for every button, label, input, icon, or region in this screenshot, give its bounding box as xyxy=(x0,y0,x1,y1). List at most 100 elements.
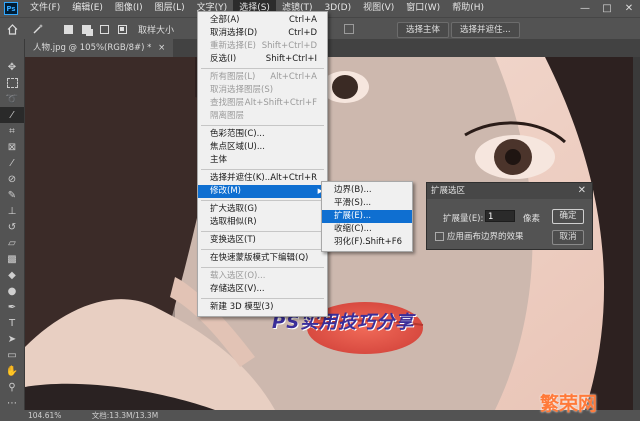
select-menu-item[interactable]: 新建 3D 模型(3) xyxy=(198,301,327,314)
menu-file[interactable]: 文件(F) xyxy=(24,0,66,17)
gradient-tool-icon[interactable]: ▩ xyxy=(0,251,24,267)
modify-submenu-item[interactable]: 边界(B)... xyxy=(322,184,412,197)
select-menu-item[interactable]: 选取相似(R) xyxy=(198,216,327,229)
document-tab-bar: 人物.jpg @ 105%(RGB/8#) * × xyxy=(25,39,640,57)
cancel-button[interactable]: 取消 xyxy=(552,230,584,245)
apply-canvas-bounds-checkbox[interactable] xyxy=(435,232,444,241)
magic-wand-tool-icon[interactable] xyxy=(32,23,44,35)
magic-wand-icon[interactable]: ⁄ xyxy=(0,107,24,123)
modify-submenu-item[interactable]: 平滑(S)... xyxy=(322,197,412,210)
select-menu-item[interactable]: 选择并遮住(K)... Alt+Ctrl+R xyxy=(198,172,327,185)
home-icon[interactable] xyxy=(6,23,18,35)
modify-submenu-item[interactable]: 扩展(E)... xyxy=(322,210,412,223)
modify-submenu-item-shortcut: Shift+F6 xyxy=(365,237,402,247)
maximize-button[interactable]: □ xyxy=(596,0,618,17)
menu-window[interactable]: 窗口(W) xyxy=(400,0,446,17)
select-menu-item-label: 取消选择图层(S) xyxy=(210,85,274,95)
select-menu-item[interactable]: 扩大选取(G) xyxy=(198,203,327,216)
pen-tool-icon[interactable]: ✒ xyxy=(0,299,24,315)
subtract-selection-icon[interactable] xyxy=(98,23,110,35)
menu-separator xyxy=(201,68,324,69)
modify-submenu-item[interactable]: 羽化(F)... Shift+F6 xyxy=(322,236,412,249)
select-menu-item-shortcut: Alt+Ctrl+A xyxy=(270,72,317,82)
menu-layer[interactable]: 图层(L) xyxy=(149,0,191,17)
rectangle-tool-icon[interactable]: ▭ xyxy=(0,347,24,363)
select-menu-item-label: 主体 xyxy=(210,155,228,165)
lasso-tool-icon[interactable]: ➰ xyxy=(0,91,24,107)
zoom-level[interactable]: 104.61% xyxy=(28,411,61,420)
modify-submenu-item-label: 平滑(S)... xyxy=(334,198,372,208)
enhance-edge-checkbox[interactable] xyxy=(344,24,354,34)
expand-amount-input[interactable]: 1 xyxy=(485,210,515,222)
move-tool-icon[interactable]: ✥ xyxy=(0,59,24,75)
hand-tool-icon[interactable]: ✋ xyxy=(0,363,24,379)
select-menu-item-label: 查找图层 xyxy=(210,98,245,108)
type-tool-icon[interactable]: T xyxy=(0,315,24,331)
menu-help[interactable]: 帮助(H) xyxy=(446,0,490,17)
select-menu-item[interactable]: 在快速蒙版模式下编辑(Q) xyxy=(198,252,327,265)
marquee-tool-icon[interactable] xyxy=(0,75,24,91)
select-menu-item[interactable]: 变换选区(T) xyxy=(198,234,327,247)
modify-submenu-item-label: 收缩(C)... xyxy=(334,224,372,234)
modify-submenu-item-label: 边界(B)... xyxy=(334,185,372,195)
select-menu-item-label: 修改(M) xyxy=(210,186,241,196)
select-menu-item-label: 全部(A) xyxy=(210,15,240,25)
select-menu-item[interactable]: 主体 xyxy=(198,154,327,167)
select-menu-item: 载入选区(O)... xyxy=(198,270,327,283)
select-and-mask-button[interactable]: 选择并遮住... xyxy=(451,22,520,38)
select-menu-item[interactable]: 全部(A) Ctrl+A xyxy=(198,14,327,27)
menu-separator xyxy=(201,231,324,232)
select-menu-item[interactable]: 反选(I) Shift+Ctrl+I xyxy=(198,53,327,66)
dodge-tool-icon[interactable]: ● xyxy=(0,283,24,299)
select-menu-item[interactable]: 存储选区(V)... xyxy=(198,283,327,296)
sample-size-label: 取样大小 xyxy=(138,25,175,36)
dialog-close-icon[interactable]: ✕ xyxy=(578,183,586,199)
new-selection-icon[interactable] xyxy=(62,23,74,35)
select-menu-item[interactable]: 焦点区域(U)... xyxy=(198,141,327,154)
blur-tool-icon[interactable]: ◆ xyxy=(0,267,24,283)
vertical-scrollbar[interactable] xyxy=(633,57,640,410)
select-menu-item[interactable]: 修改(M)▶ xyxy=(198,185,327,198)
path-selection-icon[interactable]: ➤ xyxy=(0,331,24,347)
document-tab[interactable]: 人物.jpg @ 105%(RGB/8#) * × xyxy=(25,39,174,57)
eyedropper-tool-icon[interactable]: ⁄ xyxy=(0,155,24,171)
close-button[interactable]: ✕ xyxy=(618,0,640,17)
modify-submenu-item-label: 扩展(E)... xyxy=(334,211,372,221)
brush-tool-icon[interactable]: ✎ xyxy=(0,187,24,203)
select-menu-item-shortcut: Ctrl+A xyxy=(288,15,317,25)
menu-image[interactable]: 图像(I) xyxy=(109,0,149,17)
menu-view[interactable]: 视图(V) xyxy=(357,0,400,17)
ok-button[interactable]: 确定 xyxy=(552,209,584,224)
zoom-tool-icon[interactable]: ⚲ xyxy=(0,379,24,395)
more-tools-icon[interactable]: ⋯ xyxy=(0,395,24,411)
select-menu-item-label: 扩大选取(G) xyxy=(210,204,258,214)
eraser-tool-icon[interactable]: ▱ xyxy=(0,235,24,251)
window-controls: — □ ✕ xyxy=(574,0,640,17)
intersect-selection-icon[interactable] xyxy=(116,23,128,35)
select-menu-item[interactable]: 取消选择(D) Ctrl+D xyxy=(198,27,327,40)
select-menu-item[interactable]: 色彩范围(C)... xyxy=(198,128,327,141)
dialog-title-bar: 扩展选区 ✕ xyxy=(427,183,592,199)
select-menu-item-shortcut: Alt+Shift+Ctrl+F xyxy=(244,98,317,108)
select-menu-item-shortcut: Alt+Ctrl+R xyxy=(270,173,317,183)
menu-separator xyxy=(201,125,324,126)
add-to-selection-icon[interactable] xyxy=(80,23,92,35)
select-menu-item: 所有图层(L) Alt+Ctrl+A xyxy=(198,71,327,84)
modify-submenu-item[interactable]: 收缩(C)... xyxy=(322,223,412,236)
select-menu-item-label: 存储选区(V)... xyxy=(210,284,265,294)
document-tab-close-icon[interactable]: × xyxy=(158,43,165,53)
select-menu-item-label: 新建 3D 模型(3) xyxy=(210,302,274,312)
stamp-tool-icon[interactable]: ⊥ xyxy=(0,203,24,219)
document-info: 文档:13.3M/13.3M xyxy=(91,411,159,420)
select-menu-item-label: 重新选择(E) xyxy=(210,41,257,51)
menu-edit[interactable]: 编辑(E) xyxy=(66,0,109,17)
healing-brush-icon[interactable]: ⊘ xyxy=(0,171,24,187)
frame-tool-icon[interactable]: ⊠ xyxy=(0,139,24,155)
select-subject-button[interactable]: 选择主体 xyxy=(397,22,450,38)
minimize-button[interactable]: — xyxy=(574,0,596,17)
expand-selection-dialog: 扩展选区 ✕ 扩展量(E): 1 像素 应用画布边界的效果 确定 取消 xyxy=(426,182,593,250)
select-menu-item-label: 变换选区(T) xyxy=(210,235,256,245)
history-brush-icon[interactable]: ↺ xyxy=(0,219,24,235)
crop-tool-icon[interactable]: ⌗ xyxy=(0,123,24,139)
select-menu-item: 重新选择(E) Shift+Ctrl+D xyxy=(198,40,327,53)
